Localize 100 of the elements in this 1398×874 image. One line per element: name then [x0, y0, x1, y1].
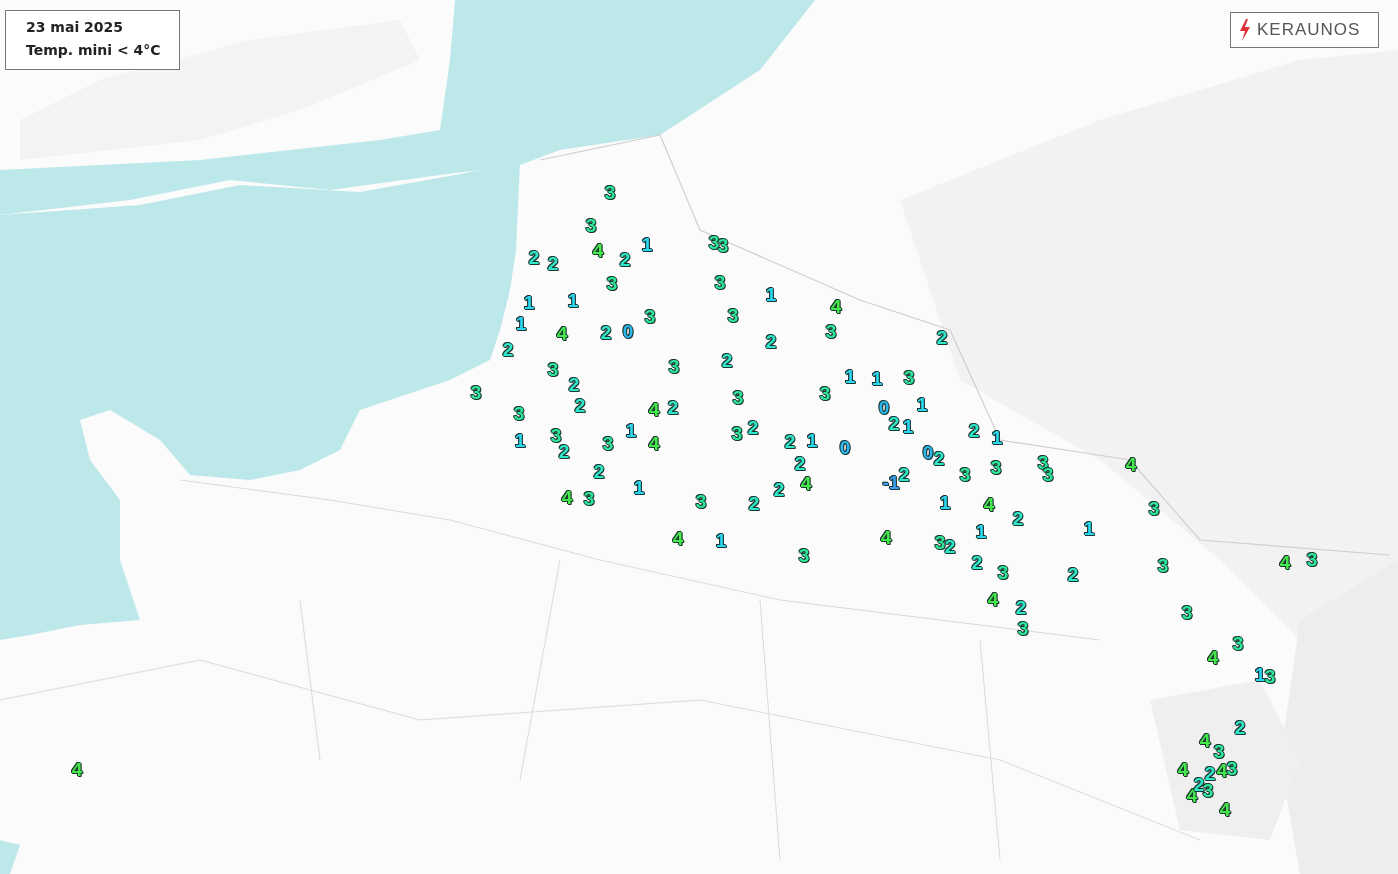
temperature-label: 2 — [968, 420, 980, 440]
temperature-label: 3 — [997, 562, 1009, 582]
temperature-label: 0 — [839, 437, 851, 457]
temperature-label: 2 — [773, 479, 785, 499]
temperature-label: 1 — [1083, 518, 1095, 538]
temperature-label: 3 — [1226, 758, 1238, 778]
temperature-label: 2 — [574, 395, 586, 415]
temperature-label: 2 — [502, 339, 514, 359]
temperature-label: 1 — [515, 313, 527, 333]
temperature-label: 1 — [991, 427, 1003, 447]
temperature-label: 4 — [880, 527, 892, 547]
temperature-label: 4 — [1216, 760, 1228, 780]
temperature-label: 1 — [939, 492, 951, 512]
temperature-label: 1 — [765, 284, 777, 304]
temperature-label: 4 — [648, 399, 660, 419]
temperature-label: 3 — [731, 423, 743, 443]
temperature-label: 1 — [641, 234, 653, 254]
temperature-label: 1 — [715, 530, 727, 550]
temperature-label: 3 — [903, 367, 915, 387]
temperature-label: 2 — [619, 249, 631, 269]
temperature-label: 2 — [528, 247, 540, 267]
temperature-label: 1 — [916, 394, 928, 414]
logo-text: KERAUNOS — [1257, 19, 1361, 42]
temperature-label: 3 — [695, 491, 707, 511]
temperature-label: -1 — [882, 472, 900, 492]
temperature-label: 2 — [1234, 717, 1246, 737]
temperature-label: 3 — [825, 321, 837, 341]
temperature-label: 3 — [1232, 633, 1244, 653]
temperature-label: 2 — [547, 253, 559, 273]
temperature-label: 1 — [1254, 664, 1266, 684]
temperature-label: 4 — [1177, 759, 1189, 779]
temperature-label: 2 — [721, 350, 733, 370]
temperature-label: 2 — [765, 331, 777, 351]
temperature-label: 1 — [523, 292, 535, 312]
temperature-label: 4 — [1207, 647, 1219, 667]
temperature-label: 3 — [1264, 666, 1276, 686]
temperature-label: 3 — [1306, 549, 1318, 569]
temperature-label: 2 — [898, 464, 910, 484]
temperature-label: 1 — [975, 521, 987, 541]
temperature-label: 2 — [784, 431, 796, 451]
temperature-label: 2 — [1204, 763, 1216, 783]
temperature-label: 2 — [1067, 564, 1079, 584]
temperature-label: 3 — [1017, 618, 1029, 638]
temperature-label: 4 — [1125, 454, 1137, 474]
temperature-label: 2 — [888, 413, 900, 433]
temperature-label: 3 — [727, 305, 739, 325]
legend-subtitle: Temp. mini < 4°C — [26, 41, 159, 60]
temperature-label: 3 — [1181, 602, 1193, 622]
temperature-label: 2 — [1015, 597, 1027, 617]
temperature-label: 2 — [794, 453, 806, 473]
temperature-label: 0 — [622, 321, 634, 341]
date-label: 23 mai 2025 — [26, 18, 125, 37]
temperature-label: 3 — [585, 215, 597, 235]
temperature-label: 2 — [593, 461, 605, 481]
temperature-label: 2 — [568, 374, 580, 394]
temperature-label: 4 — [800, 473, 812, 493]
temperature-label: 3 — [934, 532, 946, 552]
temperature-label: 3 — [583, 488, 595, 508]
temperature-label: 2 — [748, 493, 760, 513]
temperature-label: 4 — [983, 494, 995, 514]
temperature-label: 2 — [971, 552, 983, 572]
temperature-label: 1 — [514, 430, 526, 450]
temperature-label: 4 — [1279, 552, 1291, 572]
temperature-label: 3 — [959, 464, 971, 484]
temperature-label: 3 — [602, 433, 614, 453]
temperature-label: 3 — [1148, 498, 1160, 518]
lightning-icon — [1239, 19, 1251, 41]
temperature-label: 2 — [933, 448, 945, 468]
temperature-label: 3 — [644, 306, 656, 326]
temperature-label: 4 — [672, 528, 684, 548]
temperature-label: 3 — [668, 356, 680, 376]
temperature-label: 2 — [600, 322, 612, 342]
temperature-label: 1 — [902, 416, 914, 436]
temperature-label: 4 — [830, 296, 842, 316]
temperature-label: 0 — [922, 442, 934, 462]
temperature-label: 3 — [1213, 741, 1225, 761]
temperature-label: 3 — [798, 545, 810, 565]
temperature-label: 3 — [714, 272, 726, 292]
temperature-label: 1 — [806, 430, 818, 450]
temperature-label: 2 — [747, 417, 759, 437]
temperature-label: 1 — [633, 477, 645, 497]
temperature-label: 1 — [625, 420, 637, 440]
temperature-label: 4 — [987, 589, 999, 609]
temperature-label: 4 — [592, 240, 604, 260]
temperature-label: 4 — [648, 433, 660, 453]
temperature-label: 3 — [604, 182, 616, 202]
temperature-label: 3 — [513, 403, 525, 423]
temperature-label: 2 — [936, 327, 948, 347]
temperature-label: 3 — [732, 387, 744, 407]
temperature-label: 4 — [1199, 730, 1211, 750]
temperature-label: 4 — [1219, 799, 1231, 819]
temperature-label: 3 — [470, 382, 482, 402]
temperature-label: 2 — [667, 397, 679, 417]
temperature-label: 1 — [567, 290, 579, 310]
temperature-label: 3 — [819, 383, 831, 403]
temperature-label: 1 — [871, 368, 883, 388]
temperature-label: 4 — [556, 323, 568, 343]
temperature-label: 4 — [71, 759, 83, 779]
temperature-label: 1 — [844, 366, 856, 386]
temperature-label: 0 — [878, 397, 890, 417]
